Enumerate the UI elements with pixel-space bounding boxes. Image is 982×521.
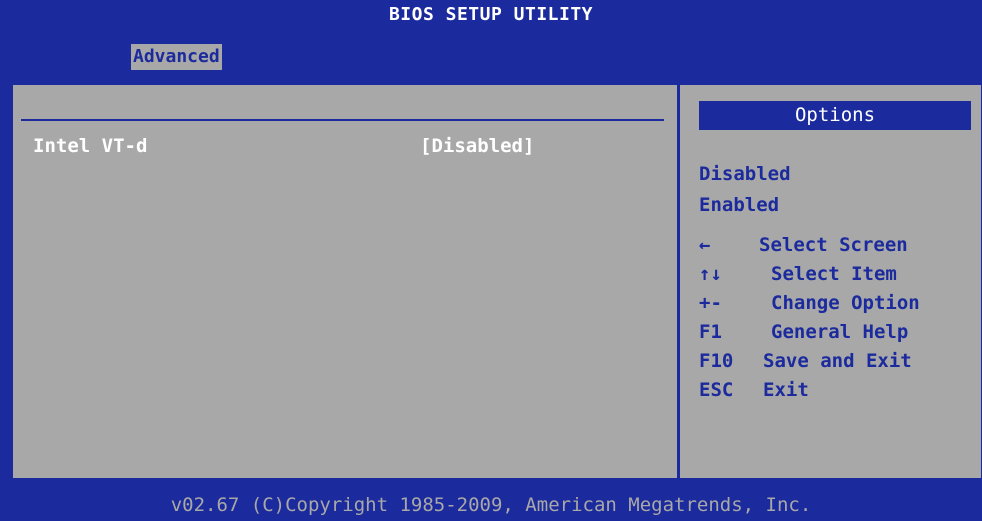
- help-row-save-and-exit: F10 Save and Exit: [699, 347, 971, 375]
- app-title: BIOS SETUP UTILITY: [388, 4, 594, 25]
- frame-left-border: [11, 83, 13, 480]
- help-row-general-help: F1 General Help: [699, 318, 971, 346]
- help-key: ESC: [699, 379, 734, 401]
- section-divider: [21, 119, 664, 121]
- tab-advanced[interactable]: Advanced: [131, 44, 222, 70]
- help-row-select-screen: ← Select Screen: [699, 231, 971, 259]
- help-desc: Exit: [763, 379, 809, 401]
- help-desc: Select Screen: [759, 234, 908, 256]
- help-key: F10: [699, 350, 734, 372]
- help-desc: Select Item: [771, 263, 897, 285]
- left-arrow-icon: ←: [699, 234, 711, 256]
- option-disabled: Disabled: [699, 163, 791, 185]
- help-desc: General Help: [771, 321, 909, 343]
- help-row-exit: ESC Exit: [699, 376, 971, 404]
- help-row-change-option: +- Change Option: [699, 289, 971, 317]
- help-row-select-item: ↑↓ Select Item: [699, 260, 971, 288]
- setting-row-intel-vt-d[interactable]: Intel VT-d [Disabled]: [21, 132, 664, 160]
- help-key: F1: [699, 321, 722, 343]
- help-key: +-: [699, 292, 722, 314]
- frame-bottom-border: [11, 478, 982, 480]
- help-desc: Save and Exit: [763, 350, 912, 372]
- copyright-footer: v02.67 (C)Copyright 1985-2009, American …: [0, 490, 982, 521]
- setting-value[interactable]: [Disabled]: [420, 132, 534, 160]
- option-enabled: Enabled: [699, 194, 780, 216]
- options-header: Options: [699, 101, 971, 130]
- help-desc: Change Option: [771, 292, 920, 314]
- setting-label: Intel VT-d: [33, 135, 148, 157]
- panel-divider: [677, 83, 680, 480]
- up-down-arrows-icon: ↑↓: [699, 263, 722, 285]
